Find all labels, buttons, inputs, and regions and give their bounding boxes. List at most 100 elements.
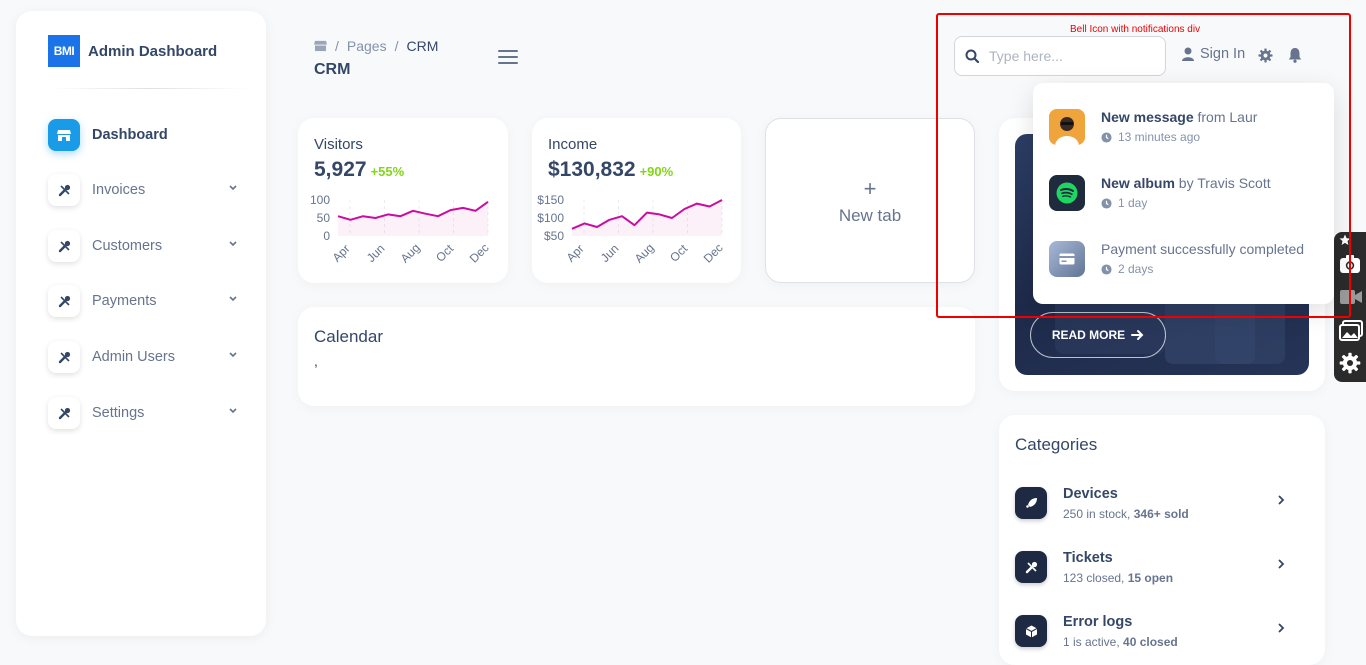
categories-card: Categories Devices 250 in stock, 346+ so… bbox=[999, 415, 1325, 665]
gear-icon[interactable] bbox=[1258, 48, 1273, 63]
search-input[interactable] bbox=[989, 48, 1149, 64]
notification-item[interactable]: Payment successfully completed 2 days bbox=[1049, 241, 1319, 293]
gallery-icon[interactable] bbox=[1339, 320, 1363, 342]
y-tick-label: $50 bbox=[544, 229, 564, 243]
plus-icon: + bbox=[863, 175, 877, 201]
series-area bbox=[572, 200, 722, 236]
notification-item[interactable]: New album by Travis Scott 1 day bbox=[1049, 175, 1319, 227]
x-tick-label: Dec bbox=[467, 241, 492, 266]
stat-change: +90% bbox=[639, 164, 674, 179]
tools-icon bbox=[1015, 551, 1047, 583]
stat-number: 5,927 bbox=[314, 158, 367, 181]
notifications-dropdown: New message from Laur 13 minutes ago New… bbox=[1033, 83, 1334, 304]
category-name: Error logs bbox=[1063, 613, 1133, 630]
sidebar-item-label: Admin Users bbox=[92, 349, 175, 365]
rocket-icon bbox=[1015, 487, 1047, 519]
annotation-label: Bell Icon with notifications div bbox=[1070, 24, 1201, 35]
search-box[interactable] bbox=[954, 36, 1166, 76]
store-icon[interactable] bbox=[314, 40, 327, 52]
person-avatar bbox=[1049, 109, 1085, 145]
sidebar-item-customers[interactable]: Customers bbox=[48, 229, 238, 263]
category-name: Tickets bbox=[1063, 549, 1113, 566]
sidebar-item-label: Payments bbox=[92, 293, 157, 309]
chevron-right-icon[interactable] bbox=[1277, 495, 1285, 505]
notification-text: New album by Travis Scott bbox=[1101, 175, 1271, 191]
menu-toggle-icon[interactable] bbox=[498, 50, 518, 64]
gear-icon[interactable] bbox=[1339, 352, 1361, 374]
tools-icon bbox=[48, 397, 80, 429]
visitors-chart: 100 50 0Apr Jun Aug Oct Dec bbox=[310, 193, 492, 266]
new-tab-card[interactable]: + New tab bbox=[765, 118, 975, 283]
y-tick-label: $150 bbox=[537, 193, 564, 207]
read-more-button[interactable]: READ MORE bbox=[1030, 312, 1166, 358]
spotify-icon bbox=[1049, 175, 1085, 211]
credit-card-icon bbox=[1049, 241, 1085, 277]
brand[interactable]: BMI Admin Dashboard bbox=[48, 35, 217, 67]
x-tick-label: Jun bbox=[598, 241, 622, 265]
breadcrumb-separator: / bbox=[394, 38, 399, 54]
stat-card-income: Income $130,832 +90% $150 $100 $50 Apr Jun Aug… bbox=[532, 118, 741, 283]
stat-number: $130,832 bbox=[548, 158, 636, 181]
star-icon[interactable] bbox=[1339, 234, 1351, 246]
stat-card-visitors: Visitors 5,927 +55% 100 50 0 Apr Jun Aug Oct Dec bbox=[298, 118, 508, 283]
box-icon bbox=[1015, 615, 1047, 647]
bell-icon[interactable] bbox=[1288, 47, 1302, 63]
clock-icon bbox=[1101, 131, 1112, 143]
chevron-down-icon bbox=[229, 352, 237, 358]
user-icon bbox=[1182, 47, 1194, 61]
category-subtitle: 1 is active, 40 closed bbox=[1063, 634, 1178, 649]
breadcrumb-item[interactable]: Pages bbox=[347, 38, 387, 54]
notification-text: Payment successfully completed bbox=[1101, 241, 1305, 257]
camera-icon[interactable] bbox=[1339, 254, 1361, 274]
sidebar: BMI Admin Dashboard Dashboard Invoices C… bbox=[16, 11, 266, 636]
breadcrumb-current: CRM bbox=[406, 38, 439, 54]
chevron-right-icon[interactable] bbox=[1277, 559, 1285, 569]
income-chart: $150 $100 $50Apr Jun Aug Oct Dec bbox=[537, 193, 726, 266]
y-tick-label: 50 bbox=[317, 211, 331, 225]
x-tick-label: Dec bbox=[701, 241, 726, 266]
sign-in-label: Sign In bbox=[1200, 46, 1246, 62]
sidebar-item-label: Settings bbox=[92, 405, 145, 421]
breadcrumb-separator: / bbox=[335, 38, 339, 54]
sidebar-item-label: Customers bbox=[92, 238, 163, 254]
chevron-down-icon bbox=[229, 408, 237, 414]
category-item-error-logs[interactable]: Error logs 1 is active, 40 closed bbox=[1015, 611, 1285, 651]
clock-icon bbox=[1101, 263, 1112, 275]
brand-name: Admin Dashboard bbox=[88, 42, 218, 60]
notification-item[interactable]: New message from Laur 13 minutes ago bbox=[1049, 109, 1319, 161]
x-tick-label: Apr bbox=[564, 242, 587, 265]
calendar-title: Calendar bbox=[314, 327, 383, 346]
search-icon bbox=[965, 49, 979, 63]
sidebar-item-dashboard[interactable]: Dashboard bbox=[48, 118, 238, 152]
x-tick-label: Apr bbox=[330, 242, 353, 265]
chevron-down-icon bbox=[229, 185, 237, 191]
tools-icon bbox=[48, 230, 80, 262]
calendar-body: , bbox=[314, 353, 318, 369]
sidebar-divider bbox=[48, 88, 250, 89]
category-item-tickets[interactable]: Tickets 123 closed, 15 open bbox=[1015, 547, 1285, 587]
sidebar-item-payments[interactable]: Payments bbox=[48, 284, 238, 318]
store-icon bbox=[48, 119, 80, 151]
category-item-devices[interactable]: Devices 250 in stock, 346+ sold bbox=[1015, 483, 1285, 523]
stat-value: 5,927 +55% bbox=[314, 158, 404, 182]
y-tick-label: 0 bbox=[323, 229, 330, 243]
sign-in-link[interactable]: Sign In bbox=[1182, 46, 1245, 62]
chevron-down-icon bbox=[229, 241, 237, 247]
x-tick-label: Aug bbox=[632, 241, 657, 266]
brand-logo: BMI bbox=[48, 35, 80, 67]
arrow-right-icon bbox=[1131, 330, 1144, 340]
y-tick-label: $100 bbox=[537, 211, 564, 225]
video-icon[interactable] bbox=[1339, 288, 1363, 306]
notification-time: 2 days bbox=[1101, 262, 1304, 276]
sidebar-item-invoices[interactable]: Invoices bbox=[48, 173, 238, 207]
page-title: CRM bbox=[314, 61, 351, 78]
sidebar-item-admin-users[interactable]: Admin Users bbox=[48, 340, 238, 374]
chevron-right-icon[interactable] bbox=[1277, 623, 1285, 633]
breadcrumb: / Pages / CRM bbox=[314, 38, 438, 54]
x-tick-label: Oct bbox=[433, 241, 457, 265]
sidebar-item-label: Dashboard bbox=[92, 127, 168, 143]
sidebar-item-settings[interactable]: Settings bbox=[48, 396, 238, 430]
stat-title: Visitors bbox=[314, 136, 363, 153]
notification-text: New message from Laur bbox=[1101, 109, 1258, 125]
stat-change: +55% bbox=[370, 164, 405, 179]
